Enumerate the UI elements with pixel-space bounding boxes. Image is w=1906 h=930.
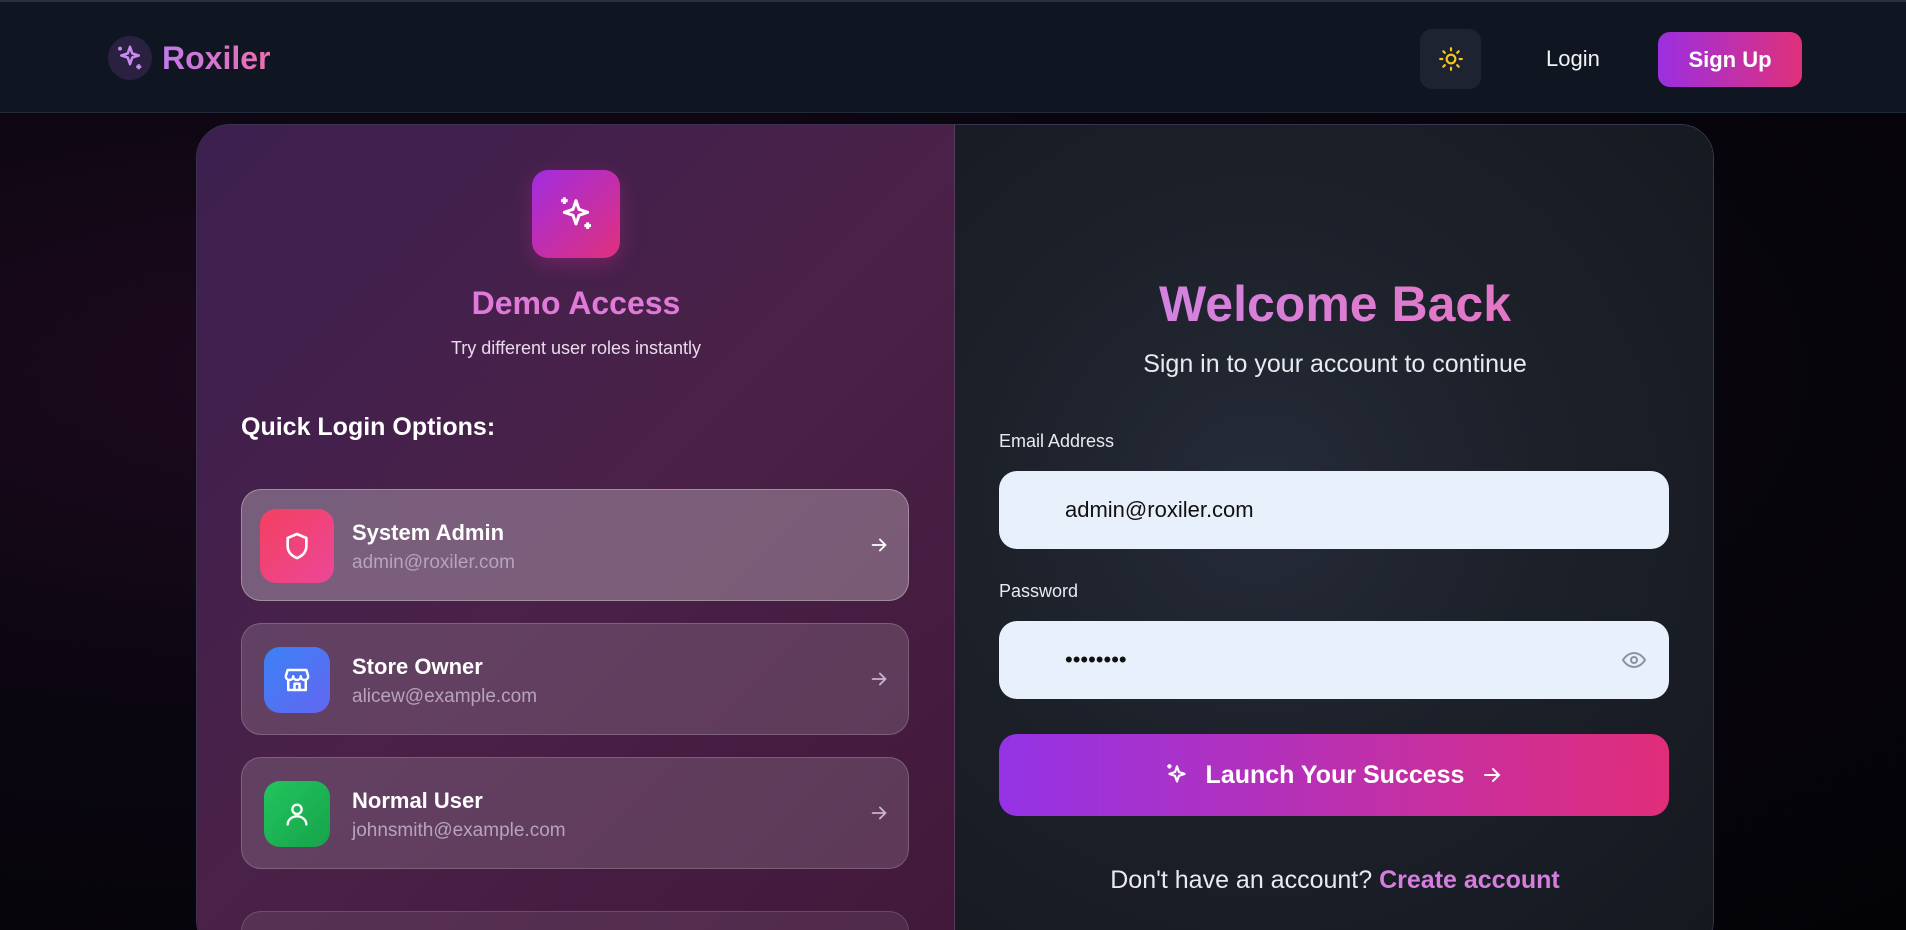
role-email: admin@roxiler.com	[352, 552, 515, 573]
signup-prompt-text: Don't have an account?	[1110, 866, 1373, 894]
arrow-right-icon	[871, 538, 887, 552]
role-name: Store Owner	[352, 654, 483, 679]
arrow-right-icon	[1484, 768, 1501, 782]
brand-logo[interactable]: Roxiler	[108, 36, 270, 80]
navbar: Roxiler Login Sign Up	[0, 0, 1906, 113]
sparkles-icon	[532, 170, 620, 258]
welcome-subtitle: Sign in to your account to continue	[1143, 350, 1527, 378]
create-account-link[interactable]: Create account	[1379, 866, 1560, 894]
role-option-partial[interactable]	[241, 911, 909, 930]
role-name: Normal User	[352, 788, 483, 813]
email-label: Email Address	[999, 431, 1115, 451]
role-email: johnsmith@example.com	[352, 820, 566, 841]
eye-icon[interactable]	[1621, 648, 1647, 672]
welcome-title: Welcome Back	[955, 275, 1713, 333]
login-card: Demo Access Try different user roles ins…	[196, 124, 1714, 930]
nav-signup-button[interactable]: Sign Up	[1658, 32, 1802, 87]
nav-login-link[interactable]: Login	[1546, 46, 1600, 72]
role-email: alicew@example.com	[352, 686, 538, 707]
password-field-wrapper	[999, 621, 1669, 699]
sparkles-icon	[108, 36, 152, 80]
login-submit-button[interactable]: Launch Your Success	[999, 734, 1669, 816]
submit-label: Launch Your Success	[1205, 760, 1465, 789]
role-option-normal-user[interactable]: Normal User johnsmith@example.com	[241, 757, 909, 869]
sparkles-icon	[1166, 764, 1186, 783]
brand-name: Roxiler	[162, 39, 271, 76]
role-option-store-owner[interactable]: Store Owner alicew@example.com	[241, 623, 909, 735]
sun-icon	[1438, 47, 1463, 71]
email-field[interactable]	[999, 471, 1669, 549]
theme-toggle-button[interactable]	[1420, 29, 1481, 89]
arrow-right-icon	[871, 806, 887, 820]
demo-title: Demo Access	[471, 285, 681, 321]
store-icon	[264, 647, 330, 713]
demo-subtitle: Try different user roles instantly	[450, 338, 702, 358]
role-option-system-admin[interactable]: System Admin admin@roxiler.com	[241, 489, 909, 601]
demo-access-panel: Demo Access Try different user roles ins…	[197, 125, 955, 930]
signup-prompt: Don't have an account? Create account	[955, 866, 1713, 895]
email-field-wrapper	[999, 471, 1669, 549]
user-icon	[264, 781, 330, 847]
password-label: Password	[999, 581, 1079, 601]
role-name: System Admin	[352, 520, 505, 545]
arrow-right-icon	[871, 672, 887, 686]
shield-icon	[260, 509, 334, 583]
password-field[interactable]	[999, 621, 1669, 699]
login-form-panel: Welcome Back Sign in to your account to …	[955, 125, 1713, 930]
quick-login-heading: Quick Login Options:	[241, 413, 496, 441]
